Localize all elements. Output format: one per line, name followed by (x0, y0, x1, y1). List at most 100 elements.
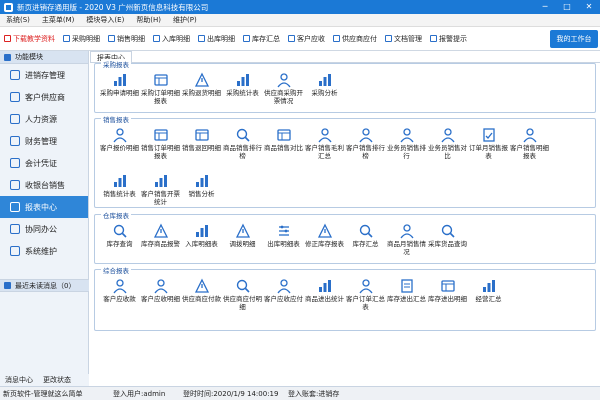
report-label: 客户销售毛利汇总 (305, 144, 344, 160)
sidebar-item[interactable]: 客户供应商 (0, 86, 88, 108)
status-account: 登入账套:进销存 (288, 389, 340, 398)
report-icon (194, 72, 209, 87)
report-item[interactable]: 采购申请明细 (99, 70, 140, 114)
report-item[interactable]: 修正库存报表 (304, 221, 345, 265)
unread-messages[interactable]: 最近未读消息（0） (0, 279, 89, 292)
toolbar-alarm[interactable]: 报警提示 (426, 34, 471, 44)
report-label: 调拨明细 (229, 240, 256, 248)
report-item[interactable]: 库存进出明细 (427, 276, 468, 320)
toolbar-stock-summary[interactable]: 库存汇总 (239, 34, 284, 44)
report-icon (400, 279, 413, 293)
report-icon (112, 128, 127, 143)
toolbar-download-tutorial[interactable]: 下载教学资料 (0, 34, 59, 44)
report-item[interactable]: 库存查询 (99, 221, 140, 265)
report-item[interactable]: 商品进出统计 (304, 276, 345, 320)
toolbar-outbound-detail[interactable]: 出库明细 (194, 34, 239, 44)
report-icon (318, 280, 331, 292)
report-item[interactable]: 采购统计表 (222, 70, 263, 114)
toolbar-sales-detail[interactable]: 销售明细 (104, 34, 149, 44)
report-item[interactable]: 客户报价明细 (99, 125, 140, 169)
sidebar-item[interactable]: 财务管理 (0, 130, 88, 152)
report-item[interactable]: 商品月销售情况 (386, 221, 427, 265)
toolbar-supplier-payable[interactable]: 供应商应付 (329, 34, 381, 44)
report-item[interactable]: 出库明细表 (263, 221, 304, 265)
report-label: 入库明细表 (185, 240, 218, 248)
sidebar-item-label: 系统维护 (25, 246, 57, 256)
report-item[interactable]: 销售订单明细报表 (140, 125, 181, 169)
sidebar-item-label: 协同办公 (25, 224, 57, 234)
report-item[interactable]: 客户销售排行榜 (345, 125, 386, 169)
report-label: 客户订单汇总表 (346, 295, 385, 311)
tab-bar: 报表中心 (90, 51, 600, 63)
menu-system[interactable]: 系统(S) (0, 15, 36, 25)
report-item[interactable]: 销售分析 (181, 171, 222, 215)
report-item[interactable]: 库存进出汇总 (386, 276, 427, 320)
report-label: 采购统计表 (226, 89, 259, 97)
report-item[interactable]: 库存汇总 (345, 221, 386, 265)
report-icon (113, 175, 126, 187)
sidebar-item[interactable]: 报表中心 (0, 196, 88, 218)
sidebar-item[interactable]: 进销存管理 (0, 64, 88, 86)
report-item[interactable]: 采购退货明细 (181, 70, 222, 114)
change-status-link[interactable]: 更改状态 (38, 375, 76, 385)
toolbar-customer-receivable[interactable]: 客户应收 (284, 34, 329, 44)
sidebar-header: 功能模块 (0, 51, 88, 64)
toolbar-inbound-detail[interactable]: 入库明细 (149, 34, 194, 44)
report-item[interactable]: 库存商品报警 (140, 221, 181, 265)
app-logo-icon (4, 2, 13, 12)
report-item[interactable]: 商品销售对比 (263, 125, 304, 169)
report-item[interactable]: 采购订单明细报表 (140, 70, 181, 114)
report-label: 商品销售排行榜 (223, 144, 262, 160)
sidebar-item[interactable]: 会计凭证 (0, 152, 88, 174)
report-item[interactable]: 经营汇总 (468, 276, 509, 320)
menu-main[interactable]: 主菜单(M) (36, 15, 81, 25)
report-item[interactable]: 客户应收应付 (263, 276, 304, 320)
sidebar-item[interactable]: 协同办公 (0, 218, 88, 240)
report-item[interactable]: 客户销售毛利汇总 (304, 125, 345, 169)
report-item[interactable]: 入库明细表 (181, 221, 222, 265)
menu-maintain[interactable]: 维护(P) (167, 15, 203, 25)
sidebar-item[interactable]: 人力资源 (0, 108, 88, 130)
alarm-icon (430, 35, 437, 42)
list-icon (108, 35, 115, 42)
menu-module-import[interactable]: 模块导入(E) (80, 15, 130, 25)
report-item[interactable]: 销售退回明细 (181, 125, 222, 169)
close-button[interactable]: ✕ (578, 0, 600, 14)
toolbar-document-manage[interactable]: 文档管理 (381, 34, 426, 44)
report-item[interactable]: 客户应收明细 (140, 276, 181, 320)
sidebar-item[interactable]: 收银台销售 (0, 174, 88, 196)
report-item[interactable]: 供应商应付款 (181, 276, 222, 320)
report-item[interactable]: 供应商应付明细 (222, 276, 263, 320)
report-item[interactable]: 采库货品查询 (427, 221, 468, 265)
title-bar: 新页进销存通用版 - 2020 V3 广州新页信息科技有限公司 ─ □ ✕ (0, 0, 600, 14)
report-item[interactable]: 销售统计表 (99, 171, 140, 215)
message-center-link[interactable]: 消息中心 (0, 375, 38, 385)
menu-help[interactable]: 帮助(H) (130, 15, 167, 25)
minimize-button[interactable]: ─ (534, 0, 556, 14)
report-item[interactable]: 客户销售开票统计 (140, 171, 181, 215)
report-item[interactable]: 客户应收款 (99, 276, 140, 320)
report-item[interactable]: 调拨明细 (222, 221, 263, 265)
report-item[interactable]: 业务员销售排行 (386, 125, 427, 169)
report-icon (154, 175, 167, 187)
sidebar-item-label: 人力资源 (25, 114, 57, 124)
sidebar-item-label: 收银台销售 (25, 180, 65, 190)
report-item[interactable]: 客户销售明细报表 (509, 125, 550, 169)
maximize-button[interactable]: □ (556, 0, 578, 14)
report-icon (194, 129, 209, 141)
toolbar-label: 供应商应付 (342, 34, 377, 43)
toolbar-purchase-detail[interactable]: 采购明细 (59, 34, 104, 44)
my-workbench-button[interactable]: 我的工作台 (550, 30, 598, 48)
quick-toolbar: 下载教学资料 采购明细 销售明细 入库明细 出库明细 库存汇总 客户应收 供应商… (0, 27, 600, 51)
report-item[interactable]: 采购分析 (304, 70, 345, 114)
sidebar-item[interactable]: 系统维护 (0, 240, 88, 262)
report-item[interactable]: 商品销售排行榜 (222, 125, 263, 169)
report-item[interactable]: 业务员销售对比 (427, 125, 468, 169)
report-item[interactable]: 供应商采购开票情况 (263, 70, 304, 114)
sidebar-item-label: 会计凭证 (25, 158, 57, 168)
window-title: 新页进销存通用版 - 2020 V3 广州新页信息科技有限公司 (17, 2, 209, 12)
report-icon (440, 280, 455, 292)
report-item[interactable]: 订单月销售报表 (468, 125, 509, 169)
report-item[interactable]: 客户订单汇总表 (345, 276, 386, 320)
report-icon (276, 279, 291, 294)
